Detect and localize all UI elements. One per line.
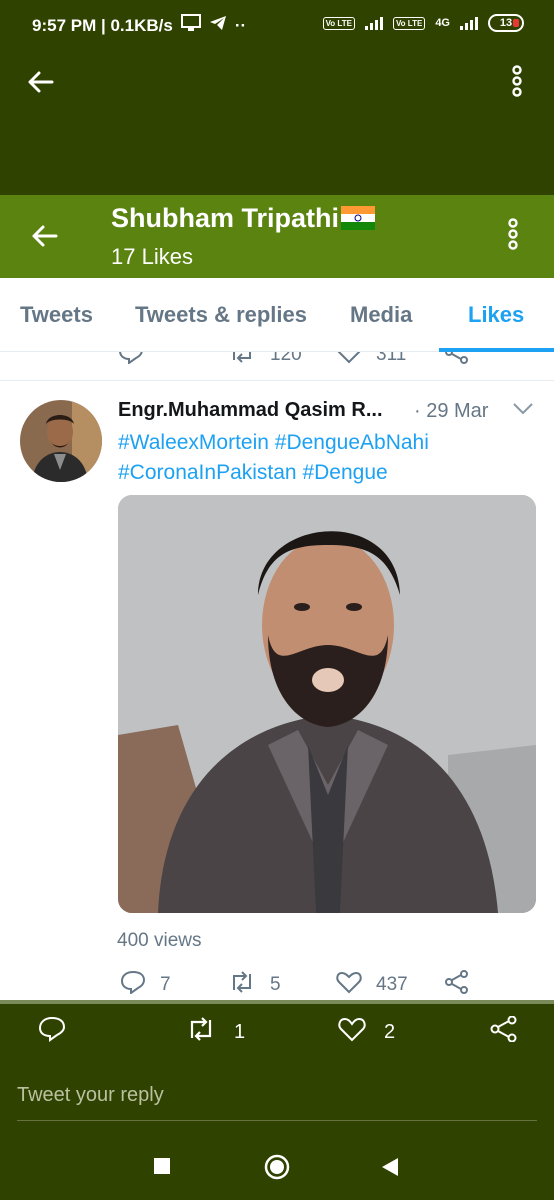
tweet-list[interactable]: 120 311 Engr.Muhammad Qasim R... · 29 Ma… <box>0 352 554 1000</box>
previous-retweet-count: 120 <box>270 352 302 365</box>
previous-tweet-actions: 120 311 <box>0 352 554 370</box>
chevron-down-icon[interactable] <box>512 402 534 421</box>
tweet-video[interactable] <box>118 495 536 913</box>
back-arrow-icon[interactable] <box>28 221 60 251</box>
reply-input[interactable]: Tweet your reply <box>17 1084 164 1107</box>
video-thumbnail-image <box>118 495 536 913</box>
bottom-action-bar: 1 2 Tweet your reply <box>0 1000 554 1200</box>
profile-name-text: Shubham Tripathi <box>111 203 340 233</box>
tweet-date[interactable]: · 29 Mar <box>414 400 488 423</box>
retweet-button[interactable]: 5 <box>228 970 281 1000</box>
profile-tabs: Tweets Tweets & replies Media Likes <box>0 278 554 352</box>
status-bar: 9:57 PM | 0.1KB/s ·· Vo LTE Vo LTE 4G 13 <box>0 0 554 52</box>
back-arrow-icon[interactable] <box>24 66 56 98</box>
reply-button[interactable]: 7 <box>120 970 171 1000</box>
tab-tweets-replies[interactable]: Tweets & replies <box>135 302 307 328</box>
like-icon <box>336 970 362 1000</box>
retweet-icon <box>228 970 256 1000</box>
tweet-author[interactable]: Engr.Muhammad Qasim R... <box>118 399 383 422</box>
profile-name: Shubham Tripathi <box>111 203 376 234</box>
share-button[interactable] <box>444 970 470 1000</box>
battery-level: 13 <box>499 17 513 29</box>
view-count: 400 views <box>117 930 202 951</box>
reply-icon <box>120 970 146 1000</box>
reply-count: 7 <box>160 974 171 995</box>
nav-square-icon[interactable] <box>153 1157 171 1180</box>
share-icon[interactable] <box>444 352 470 364</box>
hashtag-line-2[interactable]: #CoronaInPakistan #Dengue <box>118 458 538 488</box>
previous-retweet[interactable]: 120 <box>228 352 302 370</box>
likes-count: 17 Likes <box>111 244 193 269</box>
nav-triangle-icon[interactable] <box>381 1157 399 1182</box>
battery-icon: 13 <box>488 14 524 32</box>
tab-tweets[interactable]: Tweets <box>20 302 93 328</box>
reply-icon[interactable] <box>118 352 144 364</box>
share-icon <box>490 1015 518 1048</box>
nav-circle-icon[interactable] <box>264 1154 290 1185</box>
like-icon <box>338 1016 366 1048</box>
status-time-speed: 9:57 PM | 0.1KB/s <box>32 15 173 35</box>
signal-icon-2 <box>460 16 478 30</box>
more-vertical-icon[interactable] <box>500 217 526 251</box>
more-vertical-icon[interactable] <box>504 64 530 98</box>
like-button[interactable]: 437 <box>336 970 408 1000</box>
bottom-share-button[interactable] <box>490 1015 518 1048</box>
bottom-like-button[interactable]: 2 <box>338 1016 395 1048</box>
reply-input-underline <box>17 1120 537 1121</box>
bottom-retweet-count: 1 <box>234 1020 246 1043</box>
like-icon <box>336 352 362 370</box>
volte-badge-2: Vo LTE <box>392 16 426 30</box>
volte-badge-1: Vo LTE <box>322 16 355 30</box>
previous-like-count: 311 <box>376 352 407 365</box>
tweet-hashtags: #WaleexMortein #DengueAbNahi #CoronaInPa… <box>118 428 538 488</box>
retweet-count: 5 <box>270 974 281 995</box>
tab-media[interactable]: Media <box>350 302 412 328</box>
tweet-actions: 7 5 437 <box>0 970 554 1000</box>
telegram-icon <box>209 15 227 36</box>
bottom-divider <box>0 1000 554 1004</box>
retweet-icon <box>186 1016 216 1048</box>
retweet-icon <box>228 352 256 370</box>
india-flag-icon <box>341 206 376 230</box>
previous-like[interactable]: 311 <box>336 352 406 370</box>
bottom-reply-button[interactable] <box>38 1016 66 1048</box>
more-dots-icon: ·· <box>234 15 247 35</box>
bottom-retweet-button[interactable]: 1 <box>186 1016 245 1048</box>
status-right: Vo LTE Vo LTE 4G 13 <box>322 14 524 32</box>
tab-likes[interactable]: Likes <box>468 302 524 328</box>
avatar[interactable] <box>20 400 102 482</box>
network-type: 4G <box>435 17 450 29</box>
status-left: 9:57 PM | 0.1KB/s ·· <box>32 14 246 37</box>
signal-icon-1 <box>364 16 383 30</box>
bottom-like-count: 2 <box>384 1020 396 1043</box>
like-count: 437 <box>376 974 408 995</box>
top-app-bar <box>0 52 554 195</box>
tweet-divider <box>0 380 554 381</box>
reply-icon <box>38 1016 66 1048</box>
hashtag-line-1[interactable]: #WaleexMortein #DengueAbNahi <box>118 428 538 458</box>
screen-icon <box>180 14 201 37</box>
share-icon <box>444 970 470 1000</box>
profile-header: Shubham Tripathi 17 Likes <box>0 195 554 278</box>
